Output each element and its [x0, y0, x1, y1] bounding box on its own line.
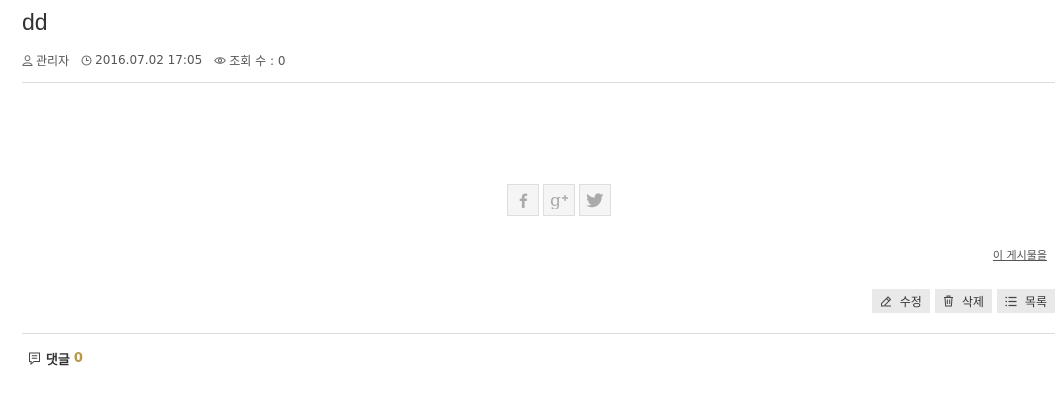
list-button-label: 목록: [1024, 294, 1047, 309]
header-divider: [22, 82, 1055, 83]
comment-icon: [29, 352, 40, 365]
twitter-icon: [586, 192, 604, 207]
eye-icon: [214, 56, 227, 64]
date-text: 2016.07.02 17:05: [95, 53, 203, 67]
post-actions: 수정 삭제 목록: [867, 289, 1055, 313]
comments-count: 0: [73, 351, 83, 366]
views-text: 조회 수 : 0: [229, 53, 286, 68]
share-twitter-button[interactable]: [579, 184, 611, 216]
delete-button-label: 삭제: [961, 294, 984, 309]
edit-button[interactable]: 수정: [871, 289, 930, 313]
share-google-plus-button[interactable]: g: [543, 184, 575, 216]
post-date: 2016.07.02 17:05: [81, 53, 202, 67]
share-facebook-button[interactable]: [507, 184, 539, 216]
eraser-icon: [880, 296, 891, 307]
post-title: dd: [22, 9, 48, 35]
post-author: 관리자: [22, 52, 69, 69]
google-plus-icon: g: [550, 191, 568, 209]
comments-label: 댓글: [46, 353, 70, 368]
user-icon: [22, 54, 33, 66]
post-views: 조회 수 : 0: [214, 52, 285, 69]
delete-button[interactable]: 삭제: [934, 289, 992, 313]
comments-header: 댓글 0: [28, 349, 83, 368]
clock-icon: [81, 55, 92, 65]
post-meta: 관리자 2016.07.02 17:05 조회 수 : 0: [22, 51, 297, 69]
list-icon: [1005, 296, 1017, 306]
list-button[interactable]: 목록: [996, 289, 1055, 313]
share-post-link[interactable]: 이 게시물을: [993, 247, 1047, 263]
svg-text:g: g: [550, 191, 561, 209]
facebook-icon: [519, 193, 528, 208]
comments-divider: [22, 333, 1055, 334]
share-buttons: g: [507, 184, 615, 216]
author-name: 관리자: [36, 53, 70, 68]
trash-icon: [943, 295, 953, 307]
edit-button-label: 수정: [899, 294, 922, 309]
